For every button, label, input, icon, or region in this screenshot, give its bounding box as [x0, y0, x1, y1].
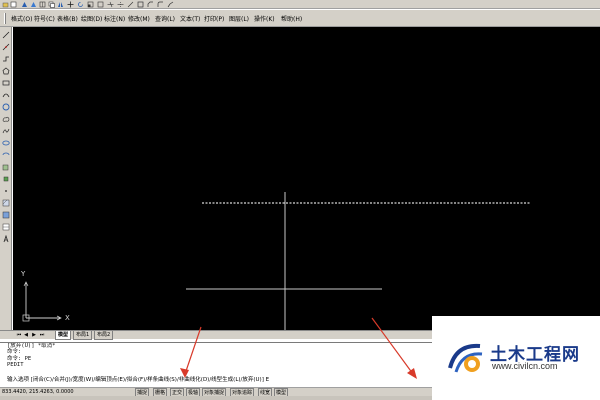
menu-bar: 格式(O) 符号(C) 表格(B) 绘图(D) 标注(N) 修改(M) 查询(L… — [0, 10, 600, 27]
menu-text[interactable]: 文本(T) — [180, 14, 200, 23]
menu-modify[interactable]: 修改(M) — [128, 14, 150, 23]
menu-draw[interactable]: 绘图(D) — [81, 14, 102, 23]
menu-inquiry[interactable]: 查询(L) — [155, 14, 175, 23]
drawing-canvas[interactable]: Y X — [13, 27, 600, 330]
command-history-line: PEDIT — [7, 362, 24, 369]
spline-icon[interactable] — [2, 127, 10, 135]
arc-icon[interactable] — [2, 91, 10, 99]
ucs-x-label: X — [65, 314, 70, 322]
region-icon[interactable] — [2, 211, 10, 219]
mirror-icon[interactable] — [57, 1, 64, 8]
menu-grip[interactable] — [4, 13, 6, 24]
rectangle-icon[interactable] — [137, 1, 144, 8]
break-icon[interactable] — [127, 1, 134, 8]
command-window[interactable]: [放弃(U)] *取消* 命令: 命令: PE PEDIT 输入选项 [闭合(C… — [0, 342, 432, 386]
line-icon[interactable] — [2, 31, 10, 39]
ellipse-arc-icon[interactable] — [2, 151, 10, 159]
grid-icon[interactable] — [39, 1, 46, 8]
menu-format[interactable]: 格式(O) — [11, 14, 32, 23]
stretch-icon[interactable] — [97, 1, 104, 8]
circle-icon[interactable] — [2, 103, 10, 111]
rotate-icon[interactable] — [77, 1, 84, 8]
menu-layer[interactable]: 图层(L) — [229, 14, 249, 23]
text-icon[interactable] — [2, 235, 10, 243]
status-bar: 833.4420, 215.4263, 0.0000 捕捉 栅格 正交 极轴 对… — [0, 387, 432, 397]
command-prompt[interactable]: 输入选项 [闭合(C)/合并(J)/宽度(W)/编辑顶点(E)/拟合(F)/样条… — [7, 377, 269, 383]
civilcn-logo-icon — [448, 343, 483, 373]
revision-cloud-icon[interactable] — [2, 115, 10, 123]
draw-toolbar-top — [0, 0, 600, 9]
first-tab-icon[interactable]: ⏮ — [16, 332, 22, 339]
next-tab-icon[interactable]: ▶ — [31, 332, 37, 339]
open-icon[interactable] — [2, 1, 9, 8]
make-block-icon[interactable] — [2, 175, 10, 183]
ucs-icon — [22, 281, 62, 322]
rectangle-draw-icon[interactable] — [2, 79, 10, 87]
watermark-logo: 土木工程网 www.civilcn.com — [432, 316, 600, 400]
move-icon[interactable] — [67, 1, 74, 8]
scale-icon[interactable] — [87, 1, 94, 8]
point-icon[interactable] — [2, 187, 10, 195]
insert-block-icon[interactable] — [2, 163, 10, 171]
properties-icon[interactable] — [10, 1, 17, 8]
prev-tab-icon[interactable]: ◀ — [23, 332, 29, 339]
tab-layout1[interactable]: 布局1 — [73, 331, 93, 340]
menu-help[interactable]: 帮助(H) — [281, 14, 302, 23]
tab-model[interactable]: 模型 — [55, 331, 72, 340]
tab-layout2[interactable]: 布局2 — [94, 331, 114, 340]
menu-table[interactable]: 表格(B) — [57, 14, 78, 23]
fillet-icon[interactable] — [157, 1, 164, 8]
draw-toolbar-left — [0, 27, 12, 330]
table-icon[interactable] — [2, 223, 10, 231]
polygon-icon[interactable] — [2, 67, 10, 75]
ellipse-icon[interactable] — [2, 139, 10, 147]
trim-icon[interactable] — [107, 1, 114, 8]
drawing-area — [22, 192, 531, 330]
chamfer-icon[interactable] — [147, 1, 154, 8]
bottom-strip — [0, 396, 432, 400]
construction-line-icon[interactable] — [2, 43, 10, 51]
polyline-icon[interactable] — [2, 55, 10, 63]
menu-dimension[interactable]: 标注(N) — [104, 14, 125, 23]
menu-print[interactable]: 打印(P) — [204, 14, 224, 23]
extend-icon[interactable] — [117, 1, 124, 8]
hatch-icon[interactable] — [2, 199, 10, 207]
warning-icon[interactable] — [30, 1, 37, 8]
coordinate-readout: 833.4420, 215.4263, 0.0000 — [2, 389, 74, 395]
last-tab-icon[interactable]: ⏭ — [39, 332, 45, 339]
explode-icon[interactable] — [167, 1, 174, 8]
triangle-icon[interactable] — [21, 1, 28, 8]
copy-icon[interactable] — [48, 1, 55, 8]
menu-operation[interactable]: 操作(K) — [254, 14, 275, 23]
menu-symbol[interactable]: 符号(C) — [34, 14, 55, 23]
watermark-url: www.civilcn.com — [492, 361, 558, 371]
ucs-y-label: Y — [21, 270, 26, 278]
